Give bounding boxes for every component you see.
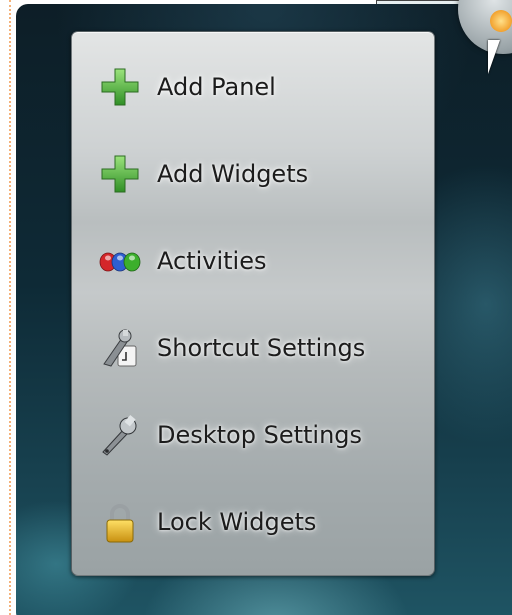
menu-item-label: Add Panel [157,73,276,101]
shortcut-settings-icon [98,326,142,370]
menu-item-label: Add Widgets [157,160,309,188]
margin-guide [9,0,11,615]
menu-item-label: Activities [157,247,267,275]
menu-item-activities[interactable]: Activities [98,233,408,289]
menu-item-label: Lock Widgets [157,508,317,536]
activities-icon [98,239,142,283]
desktop-context-menu: Add Panel Add Widgets Activities Shortcu… [71,31,435,576]
green-plus-icon [98,152,142,196]
menu-item-add-panel[interactable]: Add Panel [98,59,408,115]
toolbox-icon[interactable] [490,10,512,32]
menu-item-shortcut-settings[interactable]: Shortcut Settings [98,320,408,376]
screen: Add Panel Add Widgets Activities Shortcu… [0,0,512,615]
wrench-icon [98,413,142,457]
green-plus-icon [98,65,142,109]
menu-item-label: Desktop Settings [157,421,363,449]
menu-item-lock-widgets[interactable]: Lock Widgets [98,494,408,550]
padlock-icon [98,500,142,544]
mouse-pointer-icon [488,40,500,74]
menu-item-add-widgets[interactable]: Add Widgets [98,146,408,202]
menu-item-label: Shortcut Settings [157,334,366,362]
menu-item-desktop-settings[interactable]: Desktop Settings [98,407,408,463]
